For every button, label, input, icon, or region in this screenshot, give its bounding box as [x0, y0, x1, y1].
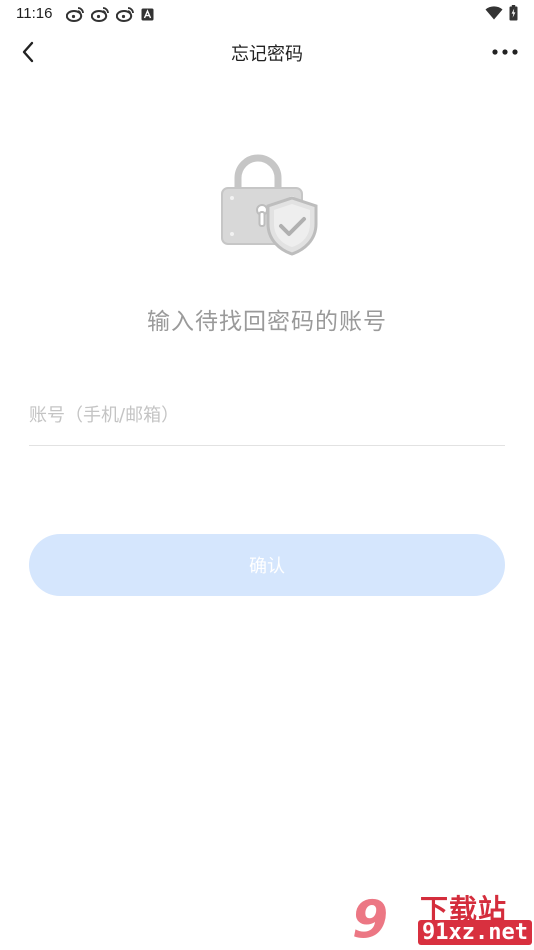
confirm-button[interactable]: 确认	[29, 534, 505, 596]
system-icons	[485, 5, 518, 21]
watermark-url: 91xz.net	[418, 920, 532, 945]
weibo-icon	[66, 7, 84, 22]
watermark-logo: 9 下载站 91xz.net	[352, 888, 532, 950]
status-time: 11:16	[16, 5, 53, 22]
notification-icons	[66, 5, 154, 23]
page-title: 忘记密码	[231, 44, 303, 65]
more-options-button[interactable]	[490, 38, 520, 66]
wifi-icon	[485, 6, 503, 20]
lock-shield-icon	[221, 154, 318, 256]
watermark-mark: 9	[352, 890, 389, 950]
account-input[interactable]	[29, 388, 505, 442]
more-horizontal-icon	[492, 49, 518, 55]
battery-charging-icon	[509, 5, 518, 21]
weibo-icon	[116, 7, 134, 22]
prompt-text: 输入待找回密码的账号	[147, 309, 387, 335]
a-notification-icon	[141, 8, 154, 20]
weibo-icon	[91, 7, 109, 22]
status-bar: 11:16	[0, 0, 534, 28]
account-field	[29, 388, 505, 446]
nav-bar: 忘记密码	[0, 30, 534, 74]
